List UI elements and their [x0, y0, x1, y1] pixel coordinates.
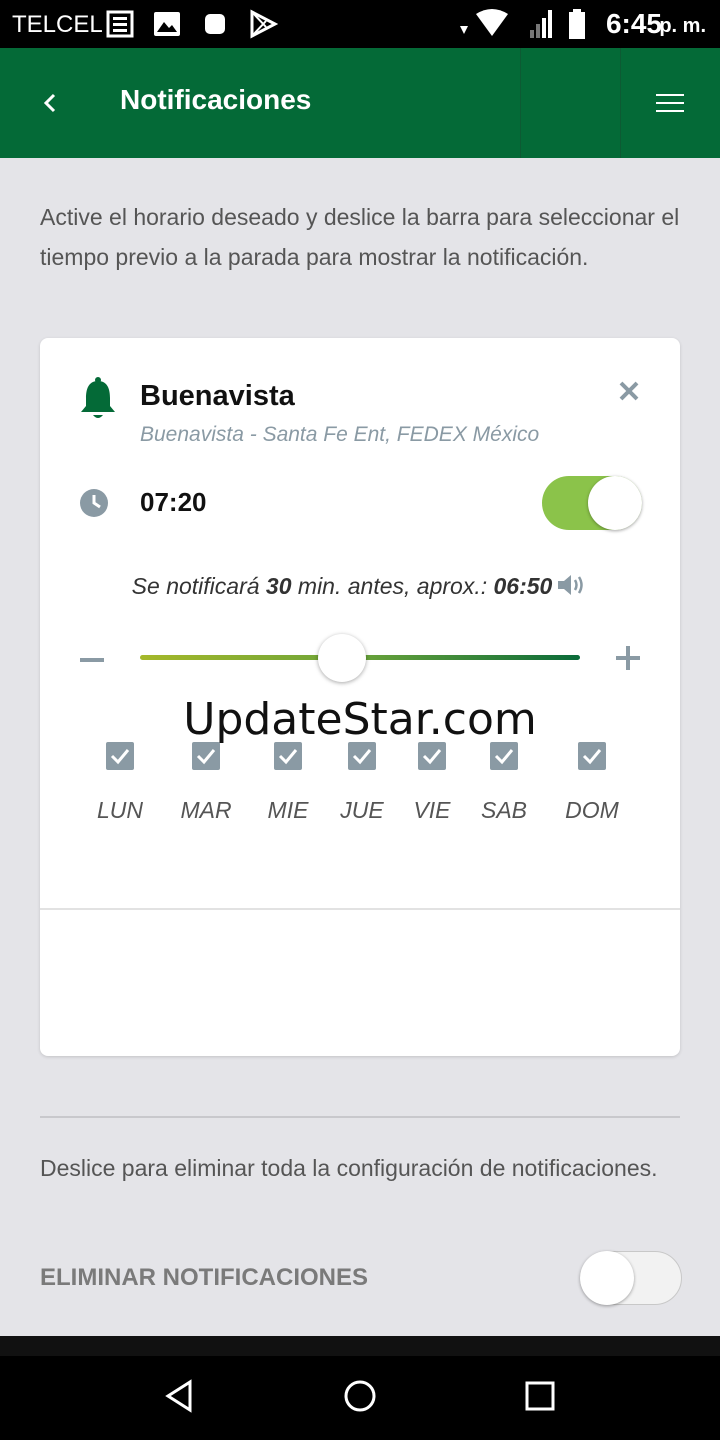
signal-icon: [530, 10, 552, 38]
route-label: Buenavista - Santa Fe Ent, FEDEX México: [140, 423, 540, 446]
check-icon: [196, 749, 216, 765]
back-nav-icon[interactable]: [160, 1376, 200, 1416]
toggle-knob: [588, 476, 642, 530]
speaker-icon[interactable]: [556, 572, 588, 598]
check-icon: [278, 749, 298, 765]
wifi-icon: [460, 9, 508, 36]
day-label: MAR: [180, 797, 232, 823]
card-divider: [40, 908, 680, 910]
section-divider: [40, 1116, 680, 1118]
day-label: MIE: [267, 797, 309, 823]
day-mie[interactable]: MIE: [248, 742, 328, 824]
watermark: UpdateStar.com: [183, 694, 537, 745]
delete-toggle[interactable]: [580, 1251, 682, 1305]
clock-icon: [80, 489, 108, 517]
day-mar[interactable]: MAR: [166, 742, 246, 824]
clock-ampm: p. m.: [659, 15, 706, 37]
app-icon: [205, 14, 225, 34]
day-dom[interactable]: DOM: [552, 742, 632, 824]
check-icon: [110, 749, 130, 765]
notify-minutes: 30: [265, 573, 292, 599]
image-icon: [154, 12, 180, 36]
menu-icon[interactable]: [650, 83, 690, 123]
carrier-label: TELCEL: [12, 11, 103, 38]
notify-prefix: Se notificará: [131, 573, 260, 599]
minus-icon[interactable]: [80, 658, 104, 662]
back-icon[interactable]: [30, 83, 70, 123]
check-icon: [422, 749, 442, 765]
day-lun[interactable]: LUN: [80, 742, 160, 824]
day-checkbox[interactable]: [348, 742, 376, 770]
day-label: LUN: [96, 797, 143, 823]
notification-time[interactable]: 07:20: [140, 487, 207, 518]
nav-strip: [0, 1336, 720, 1356]
day-sab[interactable]: SAB: [464, 742, 544, 824]
clock-time: 6:45: [605, 8, 662, 39]
day-label: SAB: [480, 797, 528, 823]
stop-name: Buenavista: [140, 380, 295, 412]
notification-toggle[interactable]: [542, 476, 642, 530]
notify-summary: Se notificará 30 min. antes, aprox.: 06:…: [40, 572, 680, 600]
notify-time: 06:50: [493, 573, 553, 599]
intro-text: Active el horario deseado y deslice la b…: [40, 204, 680, 270]
notify-middle: min. antes, aprox.:: [297, 573, 488, 599]
recents-nav-icon[interactable]: [520, 1376, 560, 1416]
day-checkbox[interactable]: [274, 742, 302, 770]
toggle-knob: [580, 1251, 634, 1305]
plus-icon[interactable]: [616, 646, 640, 670]
day-jue[interactable]: JUE: [322, 742, 402, 824]
app-bar-divider: [620, 48, 621, 158]
day-label: DOM: [565, 797, 619, 823]
nav-bar: [0, 1336, 720, 1440]
day-vie[interactable]: VIE: [392, 742, 472, 824]
time-slider-knob[interactable]: [318, 634, 366, 682]
day-checkbox[interactable]: [192, 742, 220, 770]
check-icon: [494, 749, 514, 765]
notification-card: Buenavista Buenavista - Santa Fe Ent, FE…: [40, 338, 680, 1056]
home-nav-icon[interactable]: [340, 1376, 380, 1416]
day-label: JUE: [340, 797, 384, 823]
news-icon: [106, 10, 134, 38]
day-checkbox[interactable]: [490, 742, 518, 770]
day-checkbox[interactable]: [578, 742, 606, 770]
day-checkbox[interactable]: [418, 742, 446, 770]
check-icon: [352, 749, 372, 765]
app-bar-divider: [520, 48, 521, 158]
close-icon[interactable]: [616, 378, 642, 404]
status-bar: TELCEL 6:45 p. m.: [0, 0, 720, 48]
bell-icon: [81, 377, 115, 418]
page-title: Notificaciones: [120, 84, 312, 115]
day-label: VIE: [413, 797, 451, 823]
delete-description: Deslice para eliminar toda la configurac…: [40, 1155, 658, 1181]
delete-label: ELIMINAR NOTIFICACIONES: [40, 1264, 368, 1291]
battery-icon: [569, 9, 585, 39]
day-checkbox[interactable]: [106, 742, 134, 770]
play-store-icon: [250, 9, 278, 39]
check-icon: [582, 749, 602, 765]
app-bar: Notificaciones: [0, 48, 720, 158]
